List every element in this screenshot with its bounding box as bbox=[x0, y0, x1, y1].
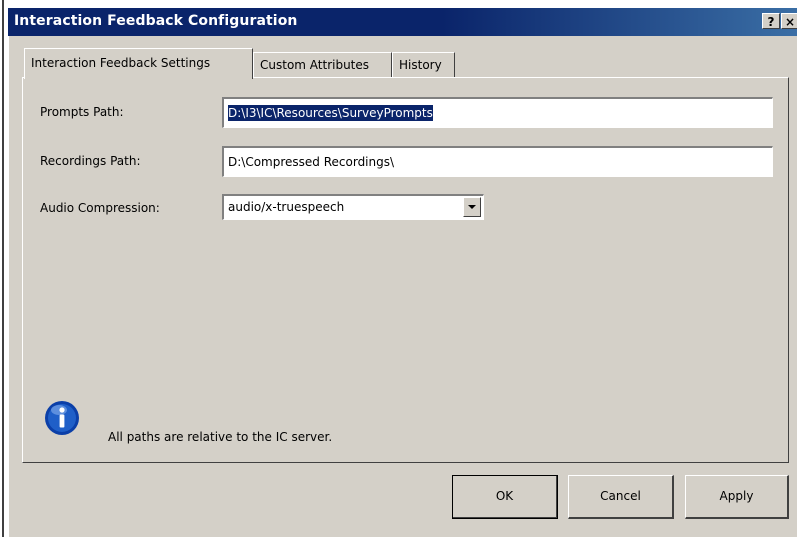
title-bar[interactable]: Interaction Feedback Configuration ? × bbox=[8, 8, 797, 36]
window-edge bbox=[2, 0, 4, 537]
tab-interaction-feedback-settings[interactable]: Interaction Feedback Settings bbox=[24, 48, 253, 79]
audio-compression-value: audio/x-truespeech bbox=[228, 200, 345, 214]
apply-button[interactable]: Apply bbox=[685, 475, 789, 519]
recordings-path-label: Recordings Path: bbox=[40, 154, 141, 168]
prompts-path-label: Prompts Path: bbox=[40, 105, 124, 119]
audio-compression-label: Audio Compression: bbox=[40, 201, 160, 215]
recordings-path-value: D:\Compressed Recordings\ bbox=[228, 155, 395, 169]
chevron-down-icon bbox=[468, 205, 476, 209]
tab-history[interactable]: History bbox=[392, 52, 455, 78]
recordings-path-input[interactable]: D:\Compressed Recordings\ bbox=[222, 146, 773, 177]
info-message: All paths are relative to the IC server. bbox=[108, 430, 333, 444]
close-button[interactable]: × bbox=[781, 13, 797, 29]
info-icon bbox=[45, 401, 79, 435]
tab-custom-attributes[interactable]: Custom Attributes bbox=[253, 52, 392, 78]
dropdown-button[interactable] bbox=[463, 197, 481, 217]
help-button[interactable]: ? bbox=[762, 13, 780, 29]
ok-button[interactable]: OK bbox=[452, 475, 558, 519]
prompts-path-value: D:\I3\IC\Resources\SurveyPrompts bbox=[228, 105, 433, 121]
audio-compression-select[interactable]: audio/x-truespeech bbox=[222, 194, 484, 220]
prompts-path-input[interactable]: D:\I3\IC\Resources\SurveyPrompts bbox=[222, 97, 773, 128]
window-title: Interaction Feedback Configuration bbox=[14, 13, 298, 29]
settings-panel bbox=[22, 77, 789, 463]
cancel-button[interactable]: Cancel bbox=[568, 475, 674, 519]
